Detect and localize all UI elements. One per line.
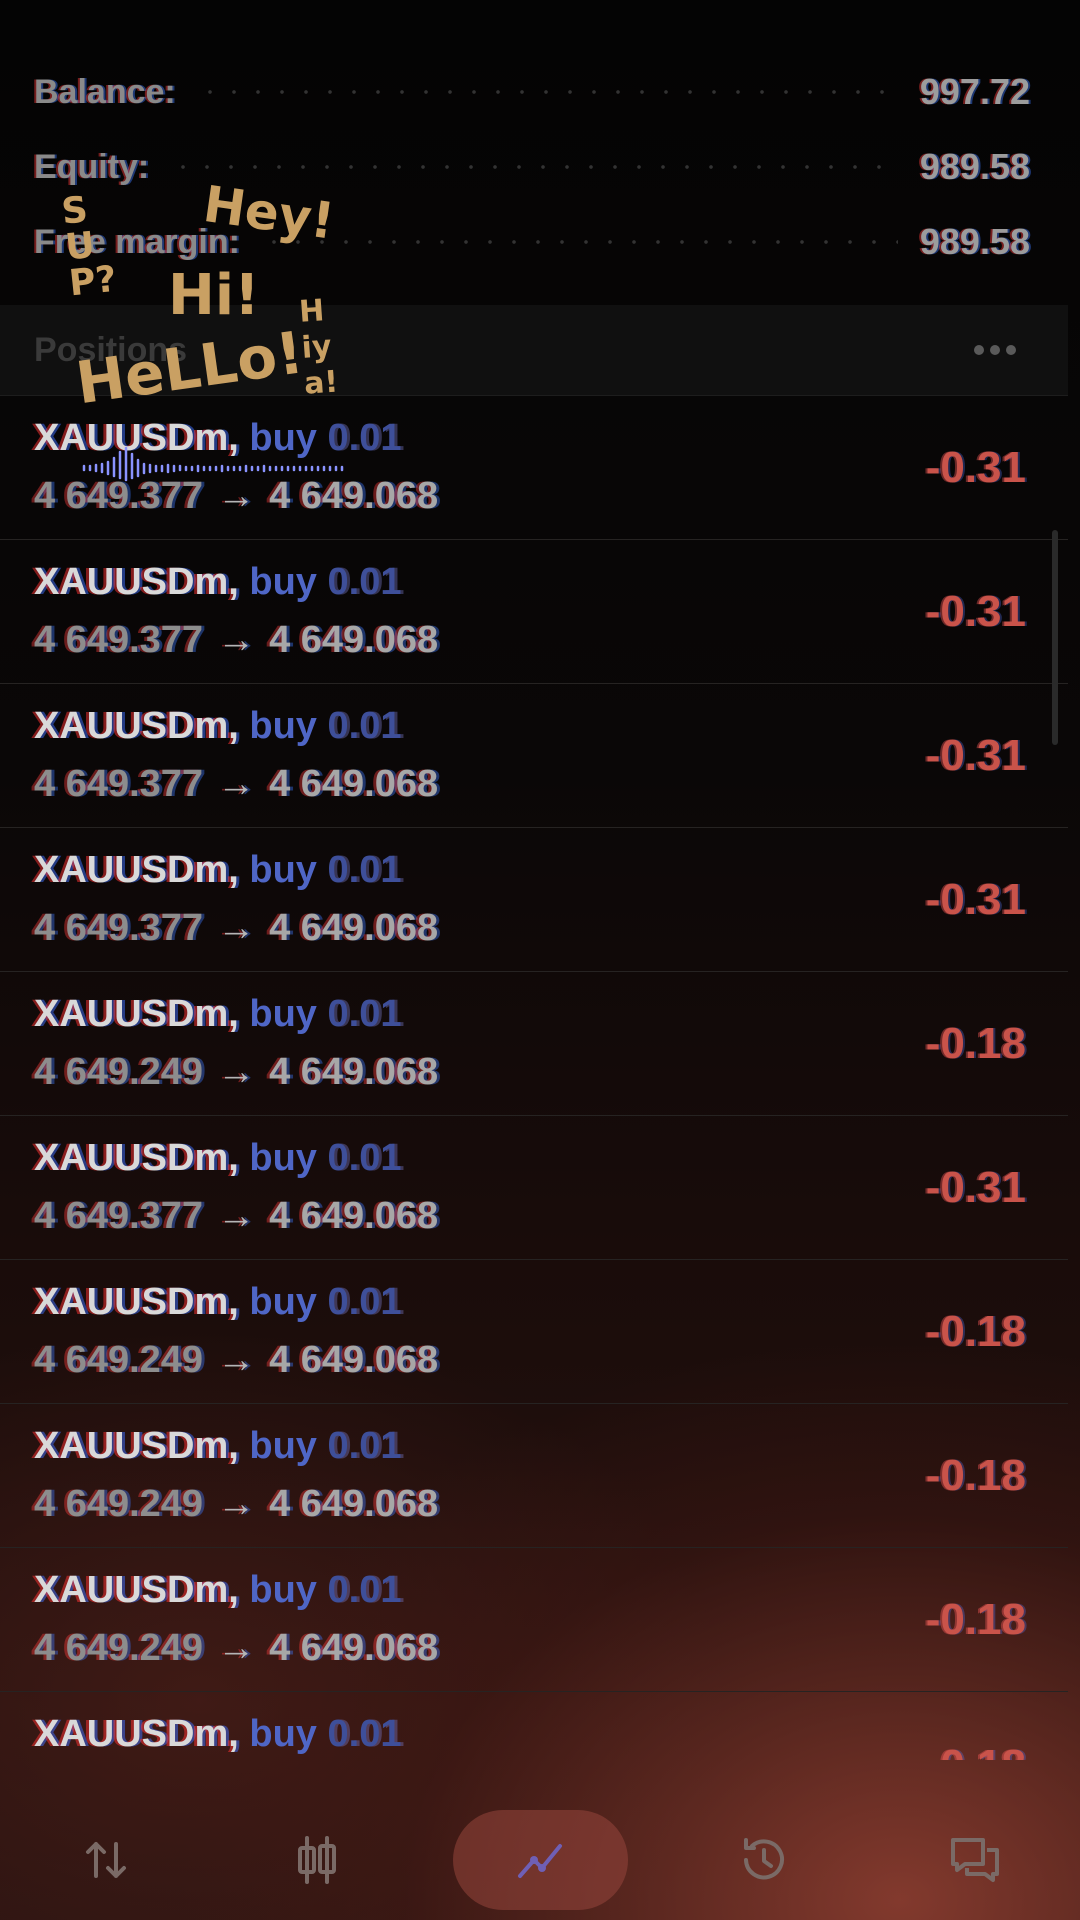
position-profit: -0.31 <box>925 587 1026 636</box>
current-price: 4 649.068 <box>269 1339 439 1381</box>
position-side: buy <box>249 1569 317 1611</box>
open-price: 4 649.377 <box>34 763 204 805</box>
position-symbol: XAUUSDm, <box>34 1569 239 1611</box>
balance-label: Balance: <box>34 72 176 111</box>
position-lot: 0.01 <box>327 561 402 603</box>
messages-icon <box>950 1838 999 1882</box>
scrollbar[interactable] <box>1052 530 1058 745</box>
position-profit: -0.18 <box>925 1451 1026 1500</box>
position-side: buy <box>249 849 317 891</box>
current-price: 4 649.068 <box>269 1051 439 1093</box>
quotes-arrows-icon <box>85 1842 126 1878</box>
position-lot: 0.01 <box>327 849 402 891</box>
bottom-navigation <box>0 1800 1080 1920</box>
arrow-right-icon: → <box>217 1051 256 1093</box>
open-price: 4 649.377 <box>34 907 204 949</box>
arrow-right-icon: → <box>217 619 256 661</box>
position-row[interactable]: XAUUSDm, buy 0.01 4 649.249 → 4 649.068 -0… <box>0 1259 1068 1404</box>
arrow-right-icon: → <box>217 1483 256 1525</box>
balance-value: 997.72 <box>919 71 1030 112</box>
position-profit: -0.31 <box>925 443 1026 492</box>
more-horizontal-icon[interactable] <box>974 330 1016 370</box>
arrow-right-icon: → <box>217 763 256 805</box>
current-price: 4 649.068 <box>269 619 439 661</box>
nav-quotes[interactable] <box>31 1810 181 1910</box>
nav-trade[interactable] <box>452 1810 628 1910</box>
trading-screen: Balance: 997.72 Equity: 989.58 Free marg… <box>0 0 1080 1920</box>
position-profit: -0.18 <box>926 1741 1026 1760</box>
position-symbol: XAUUSDm, <box>34 1137 239 1179</box>
position-symbol: XAUUSDm, <box>34 1713 239 1755</box>
sticker-text: SUP? <box>59 189 119 305</box>
position-side: buy <box>249 705 317 747</box>
nav-chart[interactable] <box>242 1810 392 1910</box>
nav-messages[interactable] <box>900 1810 1050 1910</box>
arrow-right-icon: → <box>217 1627 256 1669</box>
position-row[interactable]: XAUUSDm, buy 0.01 4 649.377 → 4 649.068 -0… <box>0 827 1068 972</box>
candlestick-chart-icon <box>297 1836 336 1884</box>
position-lot: 0.01 <box>327 993 402 1035</box>
open-price: 4 649.249 <box>34 1483 204 1525</box>
position-lot: 0.01 <box>327 1569 402 1611</box>
position-lot: 0.01 <box>327 705 402 747</box>
position-symbol: XAUUSDm, <box>34 1425 239 1467</box>
position-symbol: XAUUSDm, <box>34 849 239 891</box>
position-row[interactable]: XAUUSDm, buy 0.01 4 649.377 → 4 649.068 -0… <box>0 539 1068 684</box>
position-row[interactable]: XAUUSDm, buy 0.01 4 649.249 → 4 649.068 -0… <box>0 971 1068 1116</box>
position-profit: -0.31 <box>925 731 1026 780</box>
position-row[interactable]: XAUUSDm, buy 0.01 4 649.249 → 4 649.068 -0… <box>0 1547 1068 1692</box>
position-row[interactable]: XAUUSDm, buy 0.01 4 649.377 → 4 649.068 -0… <box>0 1115 1068 1260</box>
position-side: buy <box>249 1425 317 1467</box>
open-price: 4 649.377 <box>34 619 204 661</box>
position-lot: 0.01 <box>327 1281 402 1323</box>
arrow-right-icon: → <box>217 1339 256 1381</box>
position-row[interactable]: XAUUSDm, buy 0.01 -0.18 <box>0 1691 1068 1760</box>
free-margin-value: 989.58 <box>919 221 1030 262</box>
position-lot: 0.01 <box>327 1425 402 1467</box>
balance-row: Balance: 997.72 <box>34 62 1030 122</box>
equity-value: 989.58 <box>919 146 1030 187</box>
position-symbol: XAUUSDm, <box>34 1281 239 1323</box>
position-lot: 0.01 <box>327 1137 402 1179</box>
position-side: buy <box>249 1713 317 1755</box>
current-price: 4 649.068 <box>269 1483 439 1525</box>
dotted-leader <box>171 165 898 169</box>
sticker-text: Hey! <box>199 175 338 251</box>
position-row[interactable]: XAUUSDm, buy 0.01 4 649.249 → 4 649.068 -0… <box>0 1403 1068 1548</box>
audio-waveform-icon <box>82 446 344 482</box>
position-side: buy <box>249 1137 317 1179</box>
open-price: 4 649.249 <box>34 1051 204 1093</box>
position-profit: -0.18 <box>925 1307 1026 1356</box>
arrow-right-icon: → <box>217 907 256 949</box>
dotted-leader <box>197 90 898 94</box>
position-side: buy <box>249 1281 317 1323</box>
open-price: 4 649.377 <box>34 1195 204 1237</box>
current-price: 4 649.068 <box>269 1195 439 1237</box>
open-price: 4 649.249 <box>34 1627 204 1669</box>
open-price: 4 649.249 <box>34 1339 204 1381</box>
arrow-right-icon: → <box>217 1195 256 1237</box>
history-clock-icon <box>743 1838 784 1880</box>
position-symbol: XAUUSDm, <box>34 993 239 1035</box>
current-price: 4 649.068 <box>269 1627 439 1669</box>
nav-history[interactable] <box>689 1810 839 1910</box>
position-symbol: XAUUSDm, <box>34 561 239 603</box>
position-lot: 0.01 <box>327 1713 402 1755</box>
positions-list[interactable]: XAUUSDm, buy 0.01 4 649.377 → 4 649.068 -0… <box>0 395 1068 1760</box>
position-profit: -0.31 <box>925 1163 1026 1212</box>
position-profit: -0.18 <box>925 1019 1026 1068</box>
sticker-text: HeLLo! <box>72 318 308 418</box>
sticker-text: Hi! <box>168 263 260 328</box>
current-price: 4 649.068 <box>269 763 439 805</box>
trade-line-icon <box>518 1844 562 1878</box>
position-side: buy <box>249 561 317 603</box>
position-profit: -0.31 <box>925 875 1026 924</box>
position-profit: -0.18 <box>925 1595 1026 1644</box>
position-row[interactable]: XAUUSDm, buy 0.01 4 649.377 → 4 649.068 -0… <box>0 683 1068 828</box>
current-price: 4 649.068 <box>269 907 439 949</box>
position-symbol: XAUUSDm, <box>34 705 239 747</box>
sticker-text: Hiya! <box>298 293 340 402</box>
position-side: buy <box>249 993 317 1035</box>
